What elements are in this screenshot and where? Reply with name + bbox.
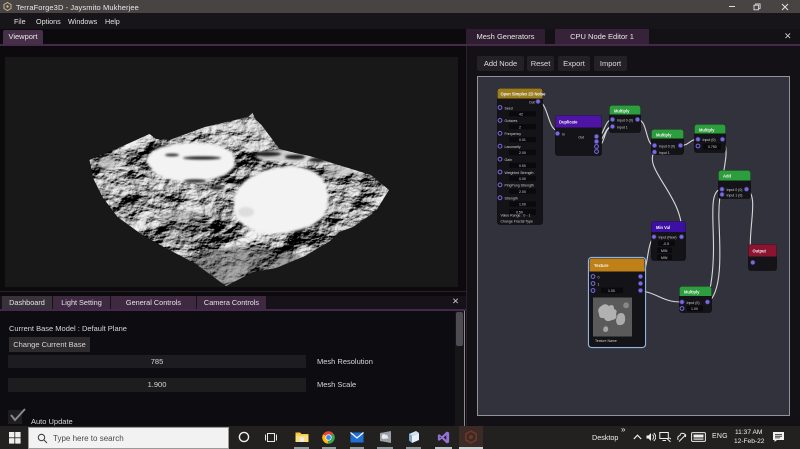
svg-text:Input 1: Input 1 bbox=[617, 125, 628, 129]
svg-text:Gain: Gain bbox=[505, 158, 512, 162]
svg-text:Lacunarity: Lacunarity bbox=[505, 145, 521, 149]
svg-text:0: 0 bbox=[598, 275, 600, 279]
svg-text:Input 0 (0): Input 0 (0) bbox=[617, 118, 633, 122]
svg-text:Open Simplex 2D Noise: Open Simplex 2D Noise bbox=[501, 91, 547, 96]
svg-text:Out: Out bbox=[529, 100, 535, 104]
svg-text:2.00: 2.00 bbox=[519, 190, 526, 194]
svg-text:Change Fractal Type: Change Fractal Type bbox=[501, 219, 533, 223]
svg-text:0.50: 0.50 bbox=[519, 164, 526, 168]
svg-text:Input (0): Input (0) bbox=[687, 301, 700, 305]
svg-text:MIN: MIN bbox=[661, 249, 668, 253]
svg-text:MIN: MIN bbox=[661, 256, 668, 260]
svg-text:2.00: 2.00 bbox=[519, 151, 526, 155]
svg-text:Value Range : 0 - 1: Value Range : 0 - 1 bbox=[501, 214, 531, 218]
svg-text:2: 2 bbox=[519, 125, 521, 129]
svg-text:Multiply: Multiply bbox=[614, 108, 630, 113]
svg-text:Weighted Strength: Weighted Strength bbox=[505, 171, 534, 175]
svg-text:Texture: Texture bbox=[594, 263, 609, 268]
svg-text:Add: Add bbox=[723, 174, 731, 179]
svg-text:Frequency: Frequency bbox=[505, 132, 522, 136]
svg-text:Min Val: Min Val bbox=[656, 225, 670, 230]
svg-text:Output: Output bbox=[753, 249, 767, 254]
svg-text:Seed: Seed bbox=[505, 106, 513, 110]
svg-text:-0.5: -0.5 bbox=[663, 242, 669, 246]
svg-text:Multiply: Multiply bbox=[699, 127, 715, 132]
svg-text:Strength: Strength bbox=[505, 197, 518, 201]
svg-text:Octaves: Octaves bbox=[505, 119, 518, 123]
svg-text:PingPong Strength: PingPong Strength bbox=[505, 184, 534, 188]
svg-text:Input 1 (0): Input 1 (0) bbox=[727, 193, 743, 197]
svg-text:1.00: 1.00 bbox=[691, 307, 698, 311]
svg-text:Input (0): Input (0) bbox=[703, 138, 716, 142]
svg-text:Duplicate: Duplicate bbox=[559, 120, 578, 125]
svg-text:In: In bbox=[562, 132, 565, 136]
svg-text:Out: Out bbox=[578, 135, 584, 139]
svg-text:Input 0 (0): Input 0 (0) bbox=[659, 144, 675, 148]
svg-text:Multiply: Multiply bbox=[656, 132, 672, 137]
svg-text:1.00: 1.00 bbox=[608, 289, 615, 293]
svg-text:1: 1 bbox=[598, 282, 600, 286]
svg-text:42: 42 bbox=[519, 112, 523, 116]
svg-text:Input 0 (0): Input 0 (0) bbox=[727, 188, 743, 192]
svg-text:0.00: 0.00 bbox=[519, 177, 526, 181]
svg-text:0.750: 0.750 bbox=[708, 145, 717, 149]
svg-text:Texture Name: Texture Name bbox=[595, 339, 617, 343]
svg-text:0.01: 0.01 bbox=[519, 138, 526, 142]
svg-text:Multiply: Multiply bbox=[684, 289, 700, 294]
svg-text:1.00: 1.00 bbox=[519, 203, 526, 207]
svg-text:Input 1: Input 1 bbox=[659, 151, 670, 155]
svg-text:Input (New): Input (New) bbox=[659, 236, 677, 240]
